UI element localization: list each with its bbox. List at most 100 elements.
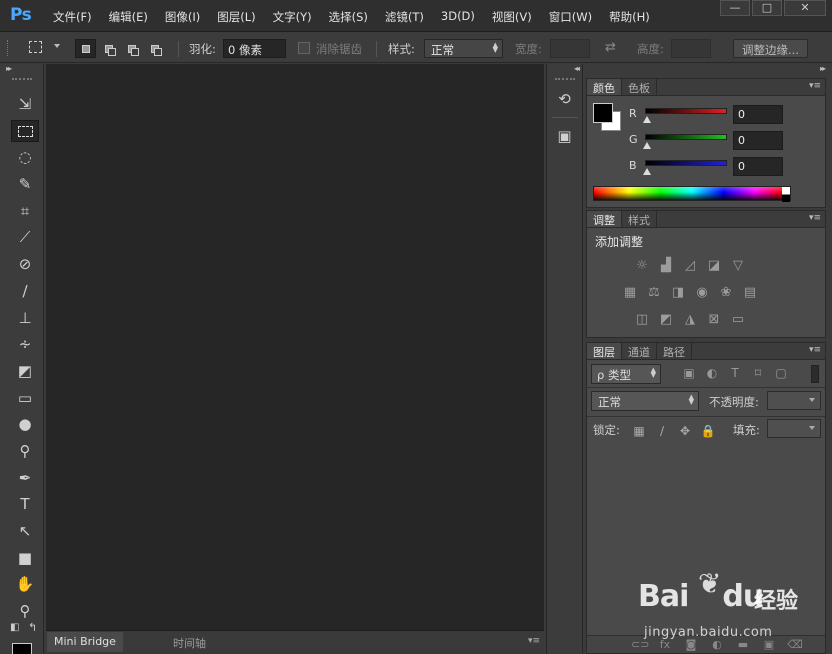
lock-image-icon[interactable]: ∕ xyxy=(654,423,670,439)
close-button[interactable]: ✕ xyxy=(784,0,826,16)
eraser-tool[interactable]: ◩ xyxy=(11,360,39,382)
selective-color-icon[interactable]: ▭ xyxy=(729,311,747,329)
eyedropper-tool[interactable]: ⟋ xyxy=(11,226,39,248)
menu-select[interactable]: 选择(S) xyxy=(329,9,368,25)
panel-menu-icon[interactable]: ▾≡ xyxy=(809,81,821,91)
channel-mixer-icon[interactable]: ❀ xyxy=(717,284,735,302)
posterize-icon[interactable]: ◩ xyxy=(657,311,675,329)
document-area[interactable] xyxy=(46,64,544,630)
fill-input[interactable] xyxy=(767,419,821,438)
red-slider[interactable] xyxy=(645,108,727,114)
panel-menu-icon[interactable]: ▾≡ xyxy=(809,345,821,355)
slider-thumb-icon[interactable] xyxy=(643,168,651,175)
menu-layer[interactable]: 图层(L) xyxy=(217,9,255,25)
black-white-icon[interactable]: ◨ xyxy=(669,284,687,302)
refine-edge-button[interactable]: 调整边缘... xyxy=(733,39,808,58)
tab-layers[interactable]: 图层 xyxy=(587,343,622,359)
rectangle-tool[interactable]: ■ xyxy=(11,547,39,569)
panel-menu-icon[interactable]: ▾≡ xyxy=(528,636,540,646)
hand-tool[interactable]: ✋ xyxy=(11,573,39,595)
opacity-input[interactable] xyxy=(767,391,821,410)
hue-saturation-icon[interactable]: ▦ xyxy=(621,284,639,302)
lock-transparent-icon[interactable]: ▦ xyxy=(631,423,647,439)
menu-3d[interactable]: 3D(D) xyxy=(441,9,475,25)
tab-styles[interactable]: 样式 xyxy=(622,211,657,227)
swap-colors-icon[interactable]: ↰ xyxy=(28,621,37,634)
blur-tool[interactable]: ● xyxy=(11,413,39,435)
black-white-swatch[interactable] xyxy=(782,187,790,202)
tab-paths[interactable]: 路径 xyxy=(657,343,692,359)
menu-filter[interactable]: 滤镜(T) xyxy=(385,9,424,25)
blue-value-input[interactable]: 0 xyxy=(733,157,783,176)
properties-icon[interactable]: ▣ xyxy=(552,124,578,148)
lasso-tool[interactable]: ◌ xyxy=(11,146,39,168)
clone-stamp-tool[interactable]: ⊥ xyxy=(11,307,39,329)
gradient-tool[interactable]: ▭ xyxy=(11,387,39,409)
blue-slider[interactable] xyxy=(645,160,727,166)
green-slider[interactable] xyxy=(645,134,727,140)
tab-swatches[interactable]: 色板 xyxy=(622,79,657,95)
invert-icon[interactable]: ◫ xyxy=(633,311,651,329)
move-tool[interactable]: ⇲ xyxy=(11,93,39,115)
tab-channels[interactable]: 通道 xyxy=(622,343,657,359)
expand-dock-icon[interactable]: ◂◂ xyxy=(547,64,582,76)
tab-adjustments[interactable]: 调整 xyxy=(587,211,622,227)
filter-smart-object-icon[interactable]: ▢ xyxy=(773,365,789,381)
crop-tool[interactable]: ⌗ xyxy=(11,200,39,222)
intersect-selection-button[interactable] xyxy=(144,39,165,58)
color-balance-icon[interactable]: ⚖ xyxy=(645,284,663,302)
lock-all-icon[interactable]: 🔒 xyxy=(700,423,716,439)
history-brush-tool[interactable]: ∻ xyxy=(11,333,39,355)
zoom-tool[interactable]: ⚲ xyxy=(11,600,39,622)
curves-icon[interactable]: ◿ xyxy=(681,257,699,275)
width-input[interactable] xyxy=(550,39,590,58)
panel-menu-icon[interactable]: ▾≡ xyxy=(809,213,821,223)
slider-thumb-icon[interactable] xyxy=(643,142,651,149)
pen-tool[interactable]: ✒ xyxy=(11,467,39,489)
collapse-tools-icon[interactable]: ▸▸ xyxy=(0,64,43,76)
add-to-selection-button[interactable] xyxy=(98,39,119,58)
subtract-selection-button[interactable] xyxy=(121,39,142,58)
dodge-tool[interactable]: ⚲ xyxy=(11,440,39,462)
threshold-icon[interactable]: ◮ xyxy=(681,311,699,329)
filter-adjustment-icon[interactable]: ◐ xyxy=(704,365,720,381)
exposure-icon[interactable]: ◪ xyxy=(705,257,723,275)
default-colors-icon[interactable]: ◧ xyxy=(10,622,19,633)
levels-icon[interactable]: ▟ xyxy=(657,257,675,275)
menu-edit[interactable]: 编辑(E) xyxy=(109,9,148,25)
menu-file[interactable]: 文件(F) xyxy=(53,9,92,25)
menu-window[interactable]: 窗口(W) xyxy=(549,9,592,25)
gradient-map-icon[interactable]: ⊠ xyxy=(705,311,723,329)
color-lookup-icon[interactable]: ▤ xyxy=(741,284,759,302)
antialias-checkbox[interactable] xyxy=(298,42,310,54)
type-tool[interactable]: T xyxy=(11,493,39,515)
tool-preset-picker[interactable] xyxy=(26,39,66,57)
slider-thumb-icon[interactable] xyxy=(643,116,651,123)
swap-width-height-icon[interactable]: ⇄ xyxy=(605,40,616,55)
tab-mini-bridge[interactable]: Mini Bridge xyxy=(47,632,123,652)
filter-pixel-icon[interactable]: ▣ xyxy=(681,365,697,381)
blend-mode-select[interactable]: 正常 ▲ ▼ xyxy=(591,391,699,411)
menu-image[interactable]: 图像(I) xyxy=(165,9,200,25)
minimize-button[interactable]: — xyxy=(720,0,750,16)
brush-tool[interactable]: ∕ xyxy=(11,280,39,302)
tab-timeline[interactable]: 时间轴 xyxy=(166,632,213,652)
healing-brush-tool[interactable]: ⊘ xyxy=(11,253,39,275)
red-value-input[interactable]: 0 xyxy=(733,105,783,124)
brightness-icon[interactable]: ☼ xyxy=(633,257,651,275)
maximize-button[interactable]: □ xyxy=(752,0,782,16)
vibrance-icon[interactable]: ▽ xyxy=(729,257,747,275)
height-input[interactable] xyxy=(671,39,711,58)
filter-type-icon[interactable]: T xyxy=(727,365,743,381)
style-select[interactable]: 正常 ▲ ▼ xyxy=(424,39,503,58)
filter-toggle[interactable] xyxy=(811,365,819,383)
menu-view[interactable]: 视图(V) xyxy=(492,9,532,25)
foreground-color-swatch[interactable] xyxy=(12,643,32,654)
menu-help[interactable]: 帮助(H) xyxy=(609,9,650,25)
dock-grip[interactable] xyxy=(554,78,575,81)
layer-filter-select[interactable]: ρ 类型 ▲ ▼ xyxy=(591,364,661,384)
filter-shape-icon[interactable]: ⌑ xyxy=(750,365,766,381)
green-value-input[interactable]: 0 xyxy=(733,131,783,150)
photo-filter-icon[interactable]: ◉ xyxy=(693,284,711,302)
rect-marquee-tool[interactable] xyxy=(11,119,39,142)
